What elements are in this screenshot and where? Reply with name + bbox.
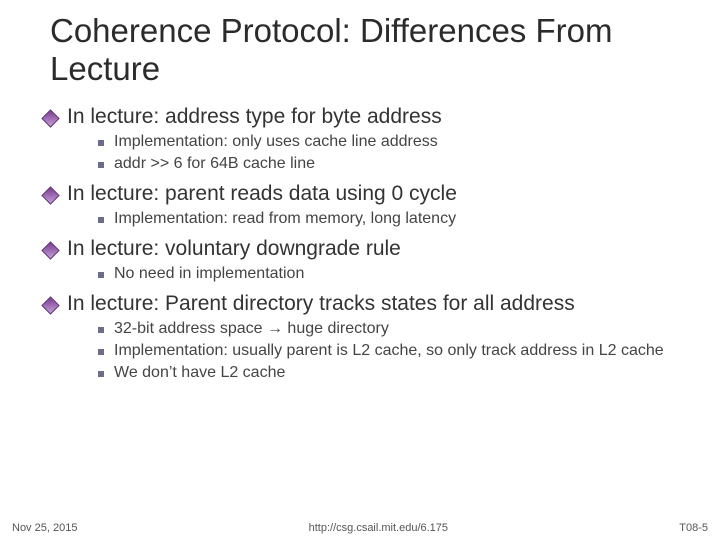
- square-icon: [98, 371, 104, 377]
- bullet-text: In lecture: voluntary downgrade rule: [67, 236, 401, 262]
- sub-bullet-row: No need in implementation: [98, 264, 684, 285]
- bullet-row: In lecture: voluntary downgrade rule: [42, 236, 684, 262]
- sub-list: 32-bit address space → huge directory Im…: [98, 319, 684, 383]
- sub-list: Implementation: read from memory, long l…: [98, 209, 684, 230]
- bullet-text: In lecture: address type for byte addres…: [67, 104, 442, 130]
- bullet-level1: In lecture: voluntary downgrade rule No …: [42, 236, 684, 285]
- sub-bullet-row: Implementation: usually parent is L2 cac…: [98, 341, 684, 362]
- sub-bullet-row: Implementation: only uses cache line add…: [98, 132, 684, 153]
- footer-url: http://csg.csail.mit.edu/6.175: [77, 522, 679, 534]
- diamond-icon: [41, 186, 59, 204]
- diamond-icon: [41, 241, 59, 259]
- footer-page: T08-5: [679, 522, 708, 534]
- square-icon: [98, 327, 104, 333]
- sub-bullet-row: We don’t have L2 cache: [98, 363, 684, 384]
- sub-list: Implementation: only uses cache line add…: [98, 132, 684, 175]
- square-icon: [98, 349, 104, 355]
- bullet-text: In lecture: parent reads data using 0 cy…: [67, 181, 457, 207]
- slide: Coherence Protocol: Differences From Lec…: [0, 0, 720, 540]
- sub-list: No need in implementation: [98, 264, 684, 285]
- footer-date: Nov 25, 2015: [12, 522, 77, 534]
- bullet-level1: In lecture: address type for byte addres…: [42, 104, 684, 175]
- square-icon: [98, 162, 104, 168]
- sub-bullet-text: We don’t have L2 cache: [114, 363, 285, 384]
- bullet-row: In lecture: Parent directory tracks stat…: [42, 291, 684, 317]
- footer: Nov 25, 2015 http://csg.csail.mit.edu/6.…: [0, 522, 720, 534]
- sub-bullet-row: Implementation: read from memory, long l…: [98, 209, 684, 230]
- bullet-text: In lecture: Parent directory tracks stat…: [67, 291, 575, 317]
- sub-bullet-text: 32-bit address space → huge directory: [114, 319, 389, 340]
- diamond-icon: [41, 296, 59, 314]
- slide-title: Coherence Protocol: Differences From Lec…: [36, 12, 684, 88]
- sub-bullet-text: Implementation: only uses cache line add…: [114, 132, 438, 153]
- diamond-icon: [41, 109, 59, 127]
- bullet-row: In lecture: parent reads data using 0 cy…: [42, 181, 684, 207]
- sub-bullet-text: Implementation: usually parent is L2 cac…: [114, 341, 664, 362]
- sub-bullet-row: 32-bit address space → huge directory: [98, 319, 684, 340]
- bullet-level1: In lecture: parent reads data using 0 cy…: [42, 181, 684, 230]
- sub-bullet-text: Implementation: read from memory, long l…: [114, 209, 456, 230]
- square-icon: [98, 140, 104, 146]
- sub-bullet-text: addr >> 6 for 64B cache line: [114, 154, 315, 175]
- sub-bullet-text: No need in implementation: [114, 264, 304, 285]
- square-icon: [98, 272, 104, 278]
- bullet-row: In lecture: address type for byte addres…: [42, 104, 684, 130]
- square-icon: [98, 217, 104, 223]
- sub-bullet-row: addr >> 6 for 64B cache line: [98, 154, 684, 175]
- bullet-level1: In lecture: Parent directory tracks stat…: [42, 291, 684, 384]
